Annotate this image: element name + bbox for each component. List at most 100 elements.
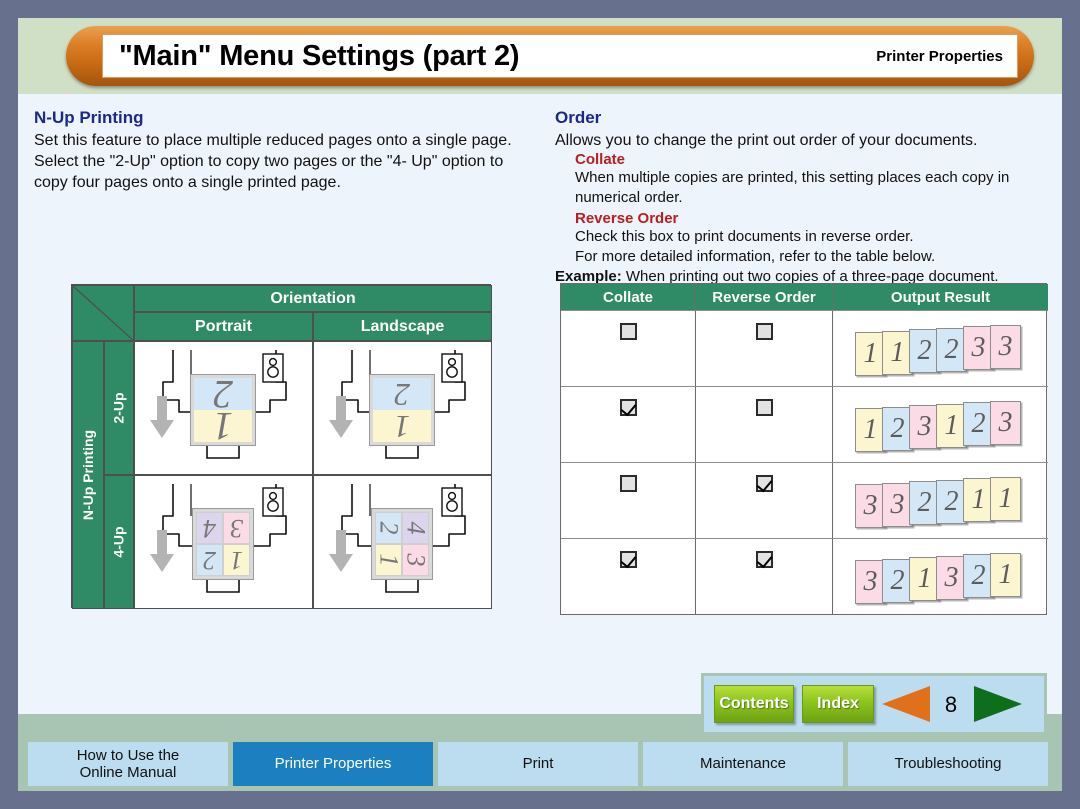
preview-page: 3 — [223, 512, 250, 544]
triangle-right-icon[interactable] — [974, 686, 1022, 722]
output-sheet: 3 — [990, 401, 1021, 445]
tab-label: How to Use the Online Manual — [76, 746, 180, 781]
output-stack: 321321 — [855, 549, 1035, 605]
tab-label: Troubleshooting — [894, 755, 1002, 773]
tab-label: Print — [522, 755, 554, 773]
preview-page: 3 — [402, 544, 431, 576]
preview-page: 2 — [196, 544, 223, 576]
row-2up-text: 2-Up — [111, 392, 127, 424]
down-arrow-icon — [150, 530, 174, 572]
screenshot-root: "Main" Menu Settings (part 2) Printer Pr… — [0, 0, 1080, 809]
header-section-label: Printer Properties — [876, 47, 1003, 65]
title-inner: "Main" Menu Settings (part 2) Printer Pr… — [102, 34, 1018, 78]
row-4up-text: 4-Up — [111, 526, 127, 558]
page-title: "Main" Menu Settings (part 2) — [119, 39, 520, 72]
preview-page: 4 — [402, 512, 431, 544]
tab-label: Printer Properties — [274, 755, 392, 773]
reverse-order-checkbox[interactable] — [755, 323, 773, 340]
table-row: 332211 — [561, 462, 1048, 539]
table-row: 123123 — [561, 386, 1048, 463]
diagonal-line-icon — [73, 286, 133, 340]
th-reverse-order: Reverse Order — [696, 284, 833, 310]
collate-block: Collate When multiple copies are printed… — [575, 151, 1047, 266]
preview-page: 1 — [194, 404, 252, 449]
row-2up-label: 2-Up — [104, 341, 134, 475]
down-arrow-icon — [329, 530, 353, 572]
th-output-result: Output Result — [833, 284, 1048, 310]
left-column: N-Up Printing Set this feature to place … — [34, 108, 534, 193]
right-column: Order Allows you to change the print out… — [555, 108, 1048, 615]
content-area: N-Up Printing Set this feature to place … — [18, 94, 1062, 714]
title-band: "Main" Menu Settings (part 2) Printer Pr… — [18, 18, 1062, 94]
output-stack: 112233 — [855, 321, 1035, 377]
order-result-table: Collate Reverse Order Output Result 1122… — [560, 283, 1048, 615]
table-row: 321321 — [561, 538, 1048, 615]
bottom-tab-bar: How to Use the Online Manual Printer Prope… — [18, 736, 1062, 791]
nup-table-corner — [72, 285, 134, 341]
reverse-order-checkbox[interactable] — [755, 551, 773, 568]
output-preview: 4321 — [192, 508, 254, 580]
down-arrow-icon — [150, 396, 174, 438]
output-sheet: 1 — [990, 477, 1021, 521]
cell-4up-landscape: 2413 — [313, 475, 492, 609]
cell-collate — [561, 387, 696, 463]
preview-page: 1 — [373, 409, 431, 445]
output-preview: 21 — [190, 372, 256, 449]
portrait-header: Portrait — [134, 312, 313, 341]
nup-heading: N-Up Printing — [34, 108, 144, 127]
order-heading: Order — [555, 108, 602, 127]
nup-row-group-label: N-Up Printing — [72, 341, 104, 609]
output-sheet: 1 — [990, 553, 1021, 597]
contents-button[interactable]: Contents — [714, 685, 794, 723]
collate-title: Collate — [575, 151, 626, 169]
tab-how-to-use-the-online-manual[interactable]: How to Use the Online Manual — [28, 742, 228, 786]
collate-checkbox[interactable] — [619, 551, 637, 568]
output-preview: 2413 — [371, 508, 433, 580]
cell-reverse — [696, 463, 833, 539]
cell-reverse — [696, 311, 833, 387]
landscape-header: Landscape — [313, 312, 492, 341]
orientation-header: Orientation — [134, 285, 492, 312]
preview-page: 1 — [223, 544, 250, 576]
cell-reverse — [696, 539, 833, 615]
reverse-title: Reverse Order — [575, 210, 679, 228]
cell-output: 123123 — [833, 387, 1048, 463]
page-number: 8 — [944, 692, 958, 717]
cell-reverse — [696, 387, 833, 463]
preview-page: 1 — [375, 544, 404, 576]
cell-4up-portrait: 4321 — [134, 475, 313, 609]
tab-maintenance[interactable]: Maintenance — [643, 742, 843, 786]
tab-label: Maintenance — [700, 755, 786, 773]
th-collate: Collate — [561, 284, 696, 310]
tab-printer-properties[interactable]: Printer Properties — [233, 742, 433, 786]
nup-table: Orientation Portrait Landscape N-Up Prin… — [71, 284, 492, 609]
cell-output: 332211 — [833, 463, 1048, 539]
triangle-left-icon[interactable] — [882, 686, 930, 722]
reverse-body-1: Check this box to print documents in rev… — [575, 228, 914, 246]
output-preview: 21 — [369, 374, 435, 446]
preview-page: 2 — [375, 512, 404, 544]
order-body: Allows you to change the print out order… — [555, 132, 978, 149]
preview-page: 4 — [196, 512, 223, 544]
collate-body: When multiple copies are printed, this s… — [575, 169, 1010, 206]
cell-2up-portrait: 21 — [134, 341, 313, 475]
page-nav-bar: Contents Index 8 — [701, 673, 1047, 735]
collate-checkbox[interactable] — [619, 475, 637, 492]
cell-collate — [561, 463, 696, 539]
output-stack: 332211 — [855, 473, 1035, 529]
reverse-order-checkbox[interactable] — [755, 475, 773, 492]
collate-checkbox[interactable] — [619, 323, 637, 340]
cell-collate — [561, 311, 696, 387]
output-stack: 123123 — [855, 397, 1035, 453]
cell-2up-landscape: 21 — [313, 341, 492, 475]
row-4up-label: 4-Up — [104, 475, 134, 609]
nup-body: Set this feature to place multiple reduc… — [34, 132, 512, 192]
index-button[interactable]: Index — [802, 685, 874, 723]
collate-checkbox[interactable] — [619, 399, 637, 416]
preview-page: 2 — [373, 377, 431, 413]
manual-page: "Main" Menu Settings (part 2) Printer Pr… — [18, 18, 1062, 791]
title-pill: "Main" Menu Settings (part 2) Printer Pr… — [66, 26, 1034, 86]
reverse-order-checkbox[interactable] — [755, 399, 773, 416]
tab-troubleshooting[interactable]: Troubleshooting — [848, 742, 1048, 786]
tab-print[interactable]: Print — [438, 742, 638, 786]
